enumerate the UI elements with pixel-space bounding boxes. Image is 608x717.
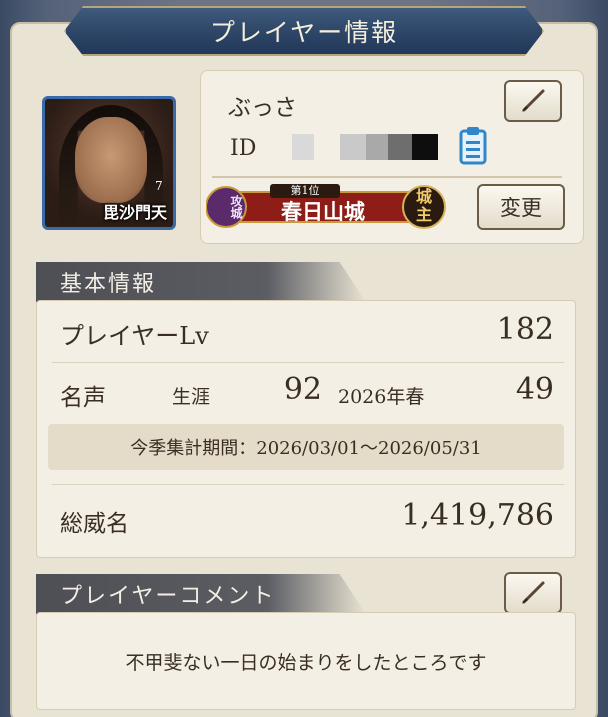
player-name: ぶっさ: [228, 95, 297, 121]
career-label: 生涯: [172, 386, 211, 408]
rank-prefix: 攻城: [229, 195, 243, 219]
season-period-text: 今季集計期間：2026/03/01～2026/05/31: [130, 438, 482, 459]
row-divider: [52, 362, 564, 363]
id-label: ID: [230, 136, 257, 161]
season-period-bar: 今季集計期間：2026/03/01～2026/05/31: [48, 424, 564, 470]
id-redacted-block: [340, 134, 366, 160]
player-lv-value: 182: [496, 312, 554, 347]
card-divider: [212, 176, 562, 178]
brush-icon: [522, 581, 545, 604]
total-fame-label: 総威名: [60, 511, 129, 537]
avatar[interactable]: 7 毘沙門天: [42, 96, 176, 230]
rank-banner: 攻城 第1位 春日山城 城主: [206, 182, 446, 230]
player-lv-label: プレイヤーLv: [60, 322, 209, 350]
edit-comment-button[interactable]: [504, 572, 562, 614]
change-button[interactable]: 変更: [477, 184, 565, 230]
avatar-name: 毘沙門天: [102, 203, 167, 222]
career-value: 92: [283, 372, 322, 407]
total-fame-value: 1,419,786: [401, 498, 554, 533]
title-banner: プレイヤー情報: [64, 6, 544, 56]
id-redacted-block: [388, 134, 412, 160]
basic-info-title: 基本情報: [60, 272, 157, 297]
edit-name-button[interactable]: [504, 80, 562, 122]
season-label: 2026年春: [338, 386, 425, 408]
rank-castle: 春日山城: [281, 199, 365, 224]
id-redacted-block: [412, 134, 438, 160]
basic-info-header: 基本情報: [36, 262, 366, 302]
copy-clipboard-icon[interactable]: [458, 125, 488, 165]
season-value: 49: [515, 372, 554, 407]
rank-suffix: 城主: [415, 187, 432, 224]
comment-text: 不甲斐ない一日の始まりをしたところです: [125, 652, 487, 674]
fame-label: 名声: [60, 385, 106, 411]
page-title: プレイヤー情報: [209, 18, 399, 47]
id-redacted-block: [366, 134, 388, 160]
brush-icon: [522, 89, 545, 112]
avatar-face: [75, 117, 147, 203]
id-redacted-block: [292, 134, 314, 160]
comment-title: プレイヤーコメント: [60, 584, 276, 609]
avatar-level-badge: 7: [155, 179, 163, 193]
comment-header: プレイヤーコメント: [36, 574, 366, 614]
row-divider: [52, 484, 564, 485]
